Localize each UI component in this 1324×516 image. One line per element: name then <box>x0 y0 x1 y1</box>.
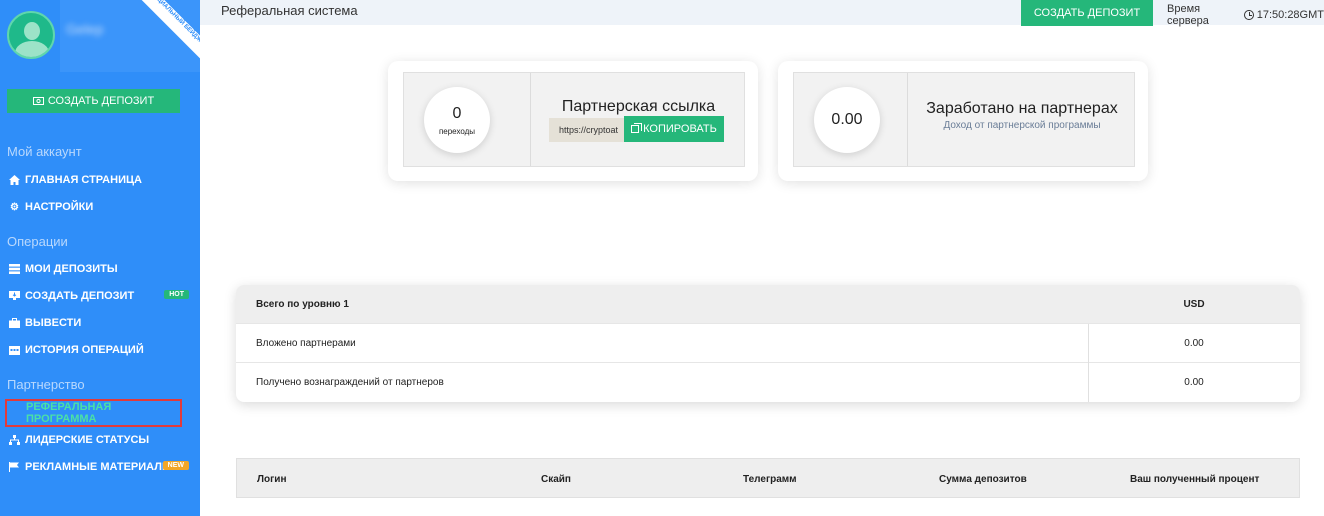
column-received-percent[interactable]: Ваш полученный процент <box>1130 474 1259 485</box>
copy-button[interactable]: КОПИРОВАТЬ <box>624 116 724 142</box>
server-icon <box>9 264 20 275</box>
currency-header: USD <box>1183 299 1205 310</box>
partner-link-card-body: 0 переходы Партнерская ссылка https://cr… <box>403 72 745 167</box>
earned-card: 0.00 Заработано на партнерах Доход от па… <box>778 61 1148 181</box>
sidebar-item-history[interactable]: ИСТОРИЯ ОПЕРАЦИЙ <box>9 341 195 359</box>
top-bar: Реферальная система СОЗДАТЬ ДЕПОЗИТ Врем… <box>200 0 1324 27</box>
sidebar-create-deposit-button[interactable]: СОЗДАТЬ ДЕПОЗИТ <box>7 89 180 113</box>
row-value: 0.00 <box>1184 338 1204 349</box>
profile-area: Gelep ОФИЦИАЛЬНЫЙ БЕЙДЖ <box>0 0 200 80</box>
partner-link-card: 0 переходы Партнерская ссылка https://cr… <box>388 61 758 181</box>
earned-circle: 0.00 <box>814 87 880 153</box>
briefcase-icon <box>9 318 20 329</box>
sidebar-item-promo-materials[interactable]: РЕКЛАМНЫЕ МАТЕРИАЛЫ NEW <box>9 458 195 476</box>
sidebar-item-label: ИСТОРИЯ ОПЕРАЦИЙ <box>25 344 144 356</box>
sidebar-item-label: ГЛАВНАЯ СТРАНИЦА <box>25 174 142 186</box>
sidebar-create-deposit-label: СОЗДАТЬ ДЕПОЗИТ <box>47 95 155 107</box>
section-my-account: Мой аккаунт <box>7 144 82 159</box>
row-value: 0.00 <box>1184 377 1204 388</box>
clicks-circle: 0 переходы <box>424 87 490 153</box>
earned-amount: 0.00 <box>831 111 863 128</box>
clicks-count: 0 <box>452 104 462 122</box>
partner-link-title: Партнерская ссылка <box>561 98 716 115</box>
avatar-body <box>15 41 49 57</box>
column-login[interactable]: Логин <box>257 474 286 485</box>
section-operations: Операции <box>7 234 68 249</box>
flag-icon <box>9 462 20 473</box>
sidebar-item-create-deposit[interactable]: СОЗДАТЬ ДЕПОЗИТ HOT <box>9 287 195 305</box>
copy-button-label: КОПИРОВАТЬ <box>643 123 717 135</box>
partners-table-header: Логин Скайп Телеграмм Сумма депозитов Ва… <box>236 458 1300 498</box>
hot-badge: HOT <box>164 290 189 299</box>
sidebar-item-leader-statuses[interactable]: ЛИДЕРСКИЕ СТАТУСЫ <box>9 431 195 449</box>
row-label: Вложено партнерами <box>256 338 356 349</box>
username: Gelep <box>66 21 104 37</box>
sidebar-item-home[interactable]: ГЛАВНАЯ СТРАНИЦА <box>9 171 195 189</box>
sidebar-item-label: НАСТРОЙКИ <box>25 201 94 213</box>
cash-icon <box>32 97 44 105</box>
sidebar-item-withdraw[interactable]: ВЫВЕСТИ <box>9 314 195 332</box>
page-title: Реферальная система <box>221 3 358 18</box>
avatar-head <box>24 22 40 40</box>
table-header-row: Всего по уровню 1 USD <box>236 285 1300 324</box>
table-row: Вложено партнерами 0.00 <box>236 324 1300 363</box>
server-time: Время сервера 17:50:28GMT <box>1167 3 1324 27</box>
sidebar-item-settings[interactable]: ⚙ НАСТРОЙКИ <box>9 198 195 216</box>
home-icon <box>9 175 20 186</box>
server-time-value: 17:50:28GMT <box>1256 9 1324 21</box>
earned-subtitle: Доход от партнерской программы <box>943 120 1101 131</box>
copy-icon <box>631 123 643 133</box>
new-badge: NEW <box>162 461 189 470</box>
header-create-deposit-button[interactable]: СОЗДАТЬ ДЕПОЗИТ <box>1021 0 1153 26</box>
partner-link-field[interactable]: https://cryptoat <box>549 118 627 142</box>
row-label: Получено вознаграждений от партнеров <box>256 377 444 388</box>
monitor-download-icon <box>9 291 20 302</box>
table-row: Получено вознаграждений от партнеров 0.0… <box>236 363 1300 402</box>
level-header-label: Всего по уровню 1 <box>256 299 349 310</box>
calendar-icon <box>9 345 20 356</box>
column-skype[interactable]: Скайп <box>541 474 571 485</box>
section-partnership: Партнерство <box>7 377 85 392</box>
card-divider <box>530 73 531 166</box>
sidebar-item-label: ВЫВЕСТИ <box>25 317 82 329</box>
column-deposit-sum[interactable]: Сумма депозитов <box>939 474 1027 485</box>
sidebar-item-referral-program[interactable]: РЕФЕРАЛЬНАЯ ПРОГРАММА <box>5 399 182 427</box>
earned-card-body: 0.00 Заработано на партнерах Доход от па… <box>793 72 1135 167</box>
server-time-label: Время сервера <box>1167 3 1209 27</box>
column-telegram[interactable]: Телеграмм <box>743 474 797 485</box>
earned-title: Заработано на партнерах <box>926 100 1118 117</box>
sidebar-item-label: РЕКЛАМНЫЕ МАТЕРИАЛЫ <box>25 461 173 473</box>
sidebar-item-label: РЕФЕРАЛЬНАЯ ПРОГРАММА <box>26 401 112 425</box>
sidebar: Gelep ОФИЦИАЛЬНЫЙ БЕЙДЖ СОЗДАТЬ ДЕПОЗИТ … <box>0 0 200 516</box>
sidebar-item-label: МОИ ДЕПОЗИТЫ <box>25 263 118 275</box>
clock-icon <box>1244 10 1254 20</box>
sidebar-item-label: ЛИДЕРСКИЕ СТАТУСЫ <box>25 434 150 446</box>
avatar[interactable] <box>7 11 55 59</box>
sidebar-item-my-deposits[interactable]: МОИ ДЕПОЗИТЫ <box>9 260 195 278</box>
gear-icon: ⚙ <box>10 201 19 213</box>
clicks-label: переходы <box>438 126 476 136</box>
sidebar-item-label: СОЗДАТЬ ДЕПОЗИТ <box>25 290 135 302</box>
sitemap-icon <box>9 435 20 446</box>
level-summary-table: Всего по уровню 1 USD Вложено партнерами… <box>236 285 1300 402</box>
